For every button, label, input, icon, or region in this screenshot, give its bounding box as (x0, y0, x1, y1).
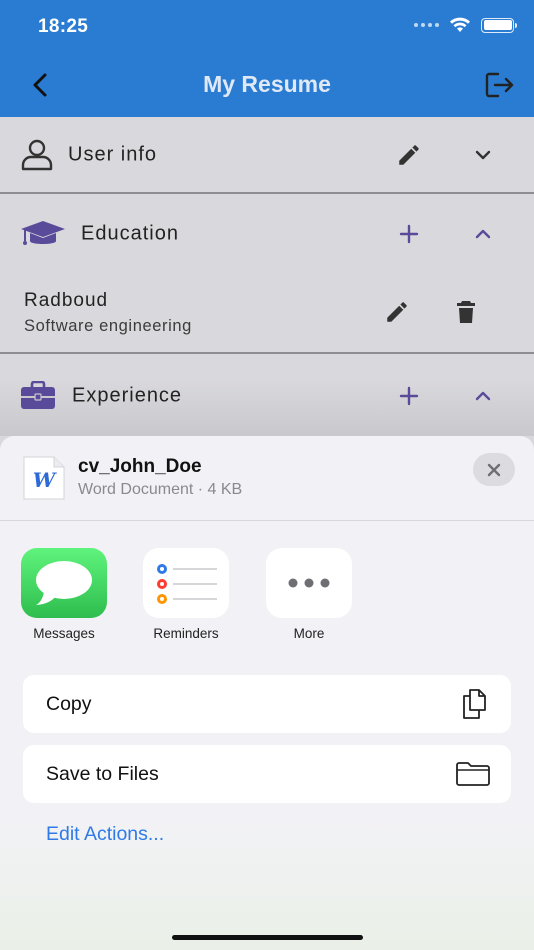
folder-icon (456, 762, 490, 786)
education-entry-subtitle: Software engineering (24, 317, 192, 335)
logout-icon[interactable] (484, 70, 516, 100)
section-education[interactable]: Education (0, 196, 534, 272)
education-entry-title: Radboud (24, 290, 109, 311)
expand-user-info-button[interactable] (468, 140, 498, 170)
share-sheet: W cv_John_Doe Word Document · 4 KB Messa… (0, 436, 534, 950)
education-entry: Radboud Software engineering (0, 272, 534, 354)
copy-action-label: Copy (46, 692, 92, 715)
save-to-files-action[interactable]: Save to Files (23, 745, 511, 803)
app-label-more: More (293, 626, 325, 641)
section-user-info[interactable]: User info (0, 117, 534, 194)
edit-actions-link[interactable]: Edit Actions... (46, 823, 164, 846)
reminders-icon (143, 548, 229, 618)
collapse-education-button[interactable] (468, 219, 498, 249)
battery-icon (481, 17, 517, 33)
app-label-reminders: Reminders (153, 626, 219, 641)
share-app-more[interactable]: More (266, 548, 352, 641)
pencil-icon (387, 302, 407, 322)
edit-user-info-button[interactable] (394, 140, 424, 170)
chevron-up-icon (475, 391, 491, 401)
section-label-education: Education (81, 222, 179, 245)
more-icon (266, 548, 352, 618)
wifi-icon (450, 17, 470, 32)
add-education-button[interactable] (394, 219, 424, 249)
messages-icon (21, 548, 107, 618)
file-meta: Word Document · 4 KB (78, 481, 243, 498)
close-icon (487, 463, 501, 476)
share-app-messages[interactable]: Messages (21, 548, 107, 641)
section-label-experience: Experience (72, 384, 183, 407)
pencil-icon (399, 144, 419, 165)
copy-icon (463, 689, 486, 719)
cellular-signal-icon (414, 23, 439, 27)
copy-action[interactable]: Copy (23, 675, 511, 733)
svg-text:W: W (33, 468, 58, 492)
save-to-files-label: Save to Files (46, 762, 159, 785)
plus-icon (399, 224, 419, 244)
word-document-icon: W (23, 456, 65, 500)
top-bar: 18:25 My Resume (0, 0, 534, 117)
chevron-down-icon (475, 150, 491, 159)
add-experience-button[interactable] (394, 381, 424, 411)
chevron-up-icon (475, 229, 491, 239)
share-app-reminders[interactable]: Reminders (143, 548, 229, 641)
collapse-experience-button[interactable] (468, 381, 498, 411)
close-sheet-button[interactable] (473, 453, 515, 486)
status-icons (414, 17, 517, 33)
page-title: My Resume (203, 71, 331, 97)
section-label-user-info: User info (68, 143, 158, 165)
status-time: 18:25 (38, 16, 89, 37)
divider (0, 520, 534, 521)
plus-icon (399, 386, 419, 406)
user-icon (21, 139, 53, 170)
trash-icon (457, 301, 475, 323)
graduation-cap-icon (21, 221, 65, 245)
file-name: cv_John_Doe (78, 456, 202, 477)
section-experience[interactable]: Experience (0, 356, 534, 436)
home-indicator (172, 935, 363, 940)
app-label-messages: Messages (33, 626, 95, 641)
delete-education-entry-button[interactable] (451, 297, 481, 327)
briefcase-icon (21, 381, 55, 409)
edit-education-entry-button[interactable] (382, 297, 412, 327)
